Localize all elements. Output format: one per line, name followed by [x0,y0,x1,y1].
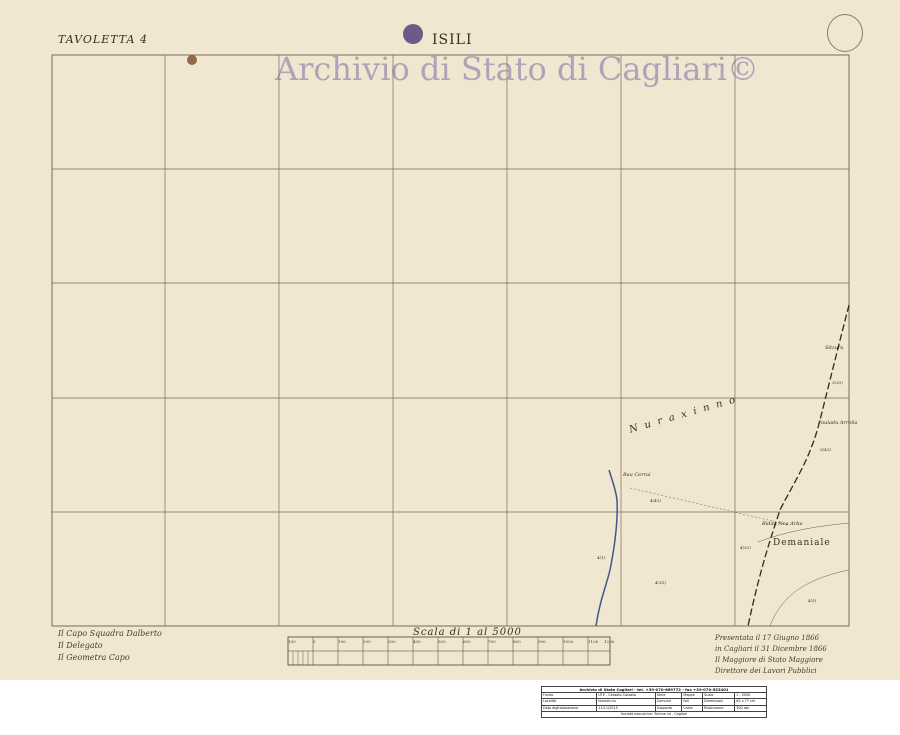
scale-tick-label: 700 [488,639,496,644]
parcel-number: 4(43) [650,498,661,503]
place-title: ISILI [432,32,473,48]
scale-bar: 100 0 100 200 300 400 500 600 700 800 90… [287,636,615,666]
signature-line: Direttore dei Lavori Pubblici [715,667,817,675]
signature-line: Il Maggiore di Stato Maggiore [715,656,823,664]
parcel-number: 3(35) [832,380,843,385]
scale-tick-label: 1000 [563,639,574,644]
place-name-label: Sitzuru [825,345,844,351]
ink-stain [187,55,197,65]
parcel-number: 3(43) [820,447,831,452]
scale-tick-label: 600 [463,639,471,644]
boundary-line [747,304,850,627]
parcel-number: 4(35) [655,580,666,585]
scale-title: Scala di 1 al 5000 [413,627,522,638]
track-line [629,487,791,526]
signature-block-right: Presentata il 17 Giugno 1866 in Cagliari… [715,633,827,677]
scale-tick-label: 1100 [588,639,599,644]
seal-icon [403,24,423,44]
parcel-number: 4(1) [597,555,606,560]
parcel-number: 4(33) [740,545,751,550]
sheet-label: TAVOLETTA 4 [58,33,148,46]
scale-tick-label: 800 [513,639,521,644]
scale-tick-label: 500 [438,639,446,644]
scale-tick-label: 400 [413,639,421,644]
signature-block-left: Il Capo Squadra Dalberto Il Delegato Il … [58,628,162,664]
archive-watermark: Archivio di Stato di Cagliari© [275,50,759,88]
map-sheet: 100 0 100 200 300 400 500 600 700 800 90… [0,0,900,680]
map-grid: 100 0 100 200 300 400 500 600 700 800 90… [51,54,850,666]
parcel-number: 4(5) [808,598,817,603]
river-line [595,469,618,627]
scale-tick-label: 100 [288,639,296,644]
scale-tick-label: 900 [538,639,546,644]
signature-line: Presentata il 17 Giugno 1866 [715,634,820,642]
archive-info-table: Archivio di Stato Cagliari - tel. +39-07… [540,685,767,718]
signature-line: in Cagliari il 31 Dicembre 1866 [715,645,827,653]
place-name-label: Bidda Noa Arbu [762,521,803,527]
place-name-label: Bau Cerrai [623,472,651,478]
info-table-footer: Società esecutrice: Techne srl - Cagliar… [541,710,767,718]
scale-tick-label: 100 [338,639,346,644]
place-name-label: Pauladu Arrolia [818,420,858,426]
scale-tick-label: 1200 [604,639,615,644]
domain-label: Demaniale [773,538,831,548]
signature-line: Il Delegato [58,641,103,650]
scale-tick-label: 0 [313,639,316,644]
signature-line: Il Capo Squadra Dalberto [58,629,162,638]
stamp-icon [827,14,863,52]
signature-line: Il Geometra Capo [58,653,130,662]
scale-tick-label: 200 [363,639,371,644]
scale-tick-label: 300 [388,639,396,644]
